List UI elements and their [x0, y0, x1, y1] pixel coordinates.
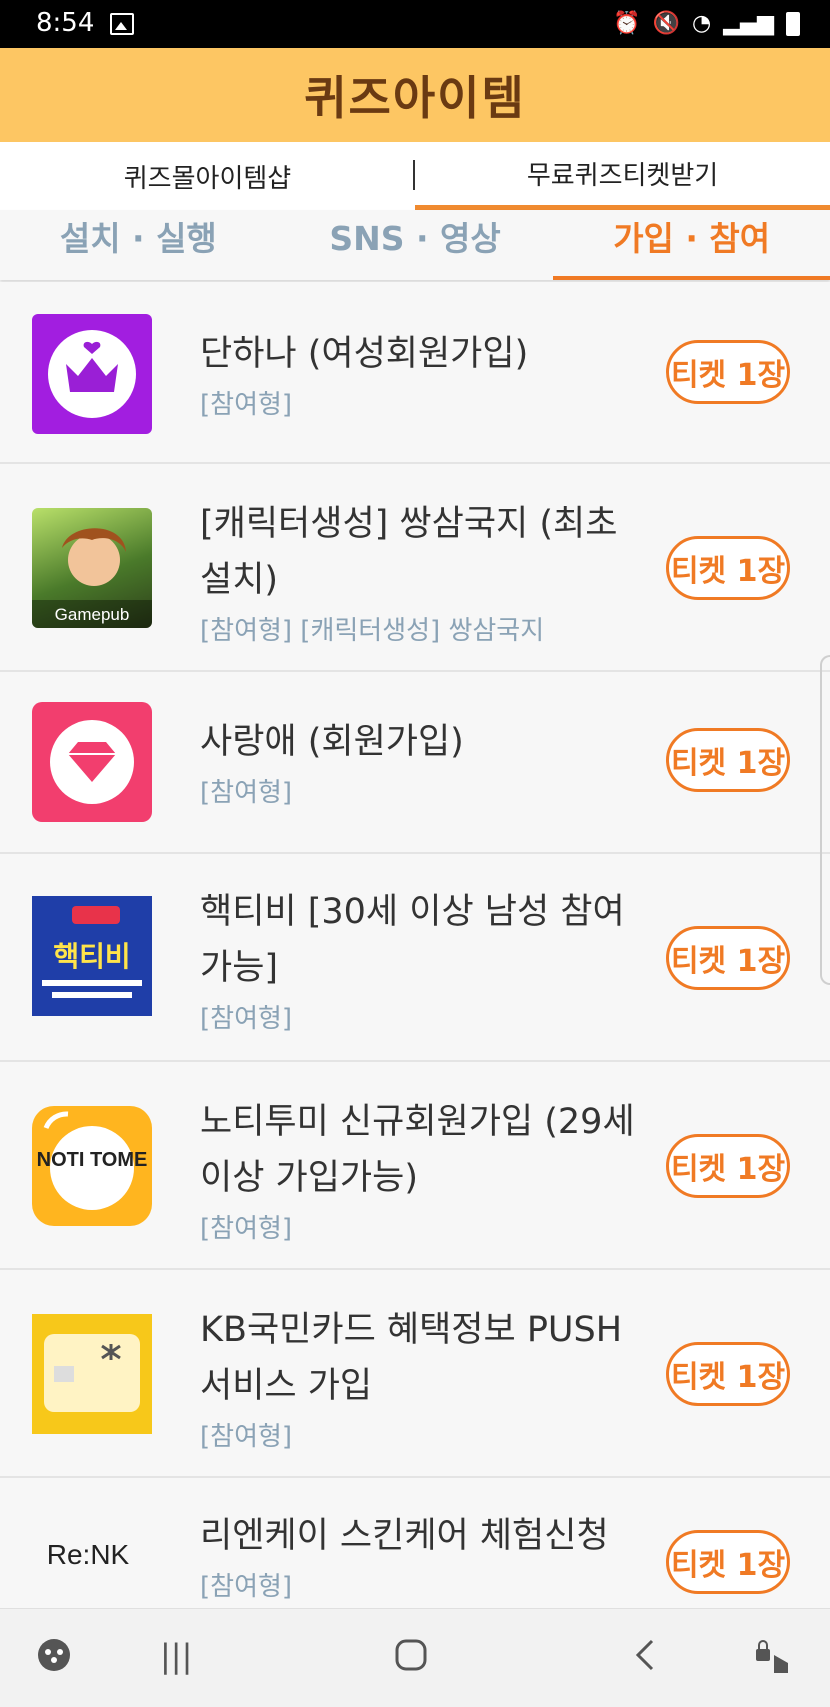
subtab-sns[interactable]: SNS · 영상: [277, 210, 554, 280]
ticket-button[interactable]: 티켓 1장: [666, 926, 790, 990]
renk-logo: Re:NK: [32, 1508, 152, 1608]
app-header: 퀴즈아이템: [0, 48, 830, 142]
item-tag: [참여형]: [200, 390, 293, 420]
item-tag: [참여형]: [200, 1422, 293, 1452]
hacktv-logo: 핵티비: [32, 896, 152, 1016]
item-tag: [참여형] [캐릭터생성] 쌍삼국지: [200, 616, 545, 646]
edge-panel-handle[interactable]: [820, 655, 830, 985]
home-icon[interactable]: [393, 1637, 429, 1682]
ticket-button[interactable]: 티켓 1장: [666, 1530, 790, 1594]
gamepub-logo: Gamepub: [32, 508, 152, 628]
subtab-label: 설치 · 실행: [59, 219, 217, 258]
subtab-join[interactable]: 가입 · 참여: [553, 210, 830, 280]
system-nav-bar: |||: [0, 1608, 830, 1707]
tab-label: 퀴즈몰아이템샵: [123, 163, 292, 194]
wifi-icon: ◔: [692, 11, 712, 36]
status-icons: ⏰ 🔇 ◔ ▂▄▆: [613, 10, 800, 38]
item-tag: [참여형]: [200, 778, 293, 808]
item-tag: [참여형]: [200, 1004, 293, 1034]
tab-divider: [413, 160, 415, 190]
alarm-icon: ⏰: [613, 11, 641, 36]
subtab-label: SNS · 영상: [329, 219, 501, 258]
gamepub-logo-text: Gamepub: [55, 605, 130, 624]
item-tag: [참여형]: [200, 1572, 293, 1602]
ticket-button[interactable]: 티켓 1장: [666, 536, 790, 600]
item-text: [캐릭터생성] 쌍삼국지 (최초 설치) [참여형] [캐릭터생성] 쌍삼국지: [200, 496, 650, 647]
item-title: 핵티비 [30세 이상 남성 참여 가능]: [200, 892, 625, 988]
subtab-label: 가입 · 참여: [613, 219, 771, 258]
game-launcher-icon[interactable]: [36, 1637, 72, 1682]
image-notification-icon: [110, 13, 134, 35]
battery-icon: [786, 12, 800, 36]
status-bar: 8:54 ⏰ 🔇 ◔ ▂▄▆: [0, 0, 830, 48]
tab-quiz-item-shop[interactable]: 퀴즈몰아이템샵: [0, 142, 415, 210]
offer-list: 단하나 (여성회원가입) [참여형] 티켓 1장 Gamepub [캐릭터생성]…: [0, 282, 830, 1608]
ticket-button[interactable]: 티켓 1장: [666, 340, 790, 404]
item-title: 단하나 (여성회원가입): [200, 334, 529, 374]
item-text: 단하나 (여성회원가입) [참여형]: [200, 326, 650, 421]
list-item[interactable]: Re:NK 리엔케이 스킨케어 체험신청 [참여형] 티켓 1장: [0, 1478, 830, 1608]
signal-icon: ▂▄▆: [723, 11, 774, 36]
touch-lock-icon[interactable]: [752, 1637, 792, 1686]
item-title: 리엔케이 스킨케어 체험신청: [200, 1516, 609, 1556]
list-item[interactable]: 단하나 (여성회원가입) [참여형] 티켓 1장: [0, 282, 830, 464]
ticket-button[interactable]: 티켓 1장: [666, 1342, 790, 1406]
item-text: 핵티비 [30세 이상 남성 참여 가능] [참여형]: [200, 884, 650, 1035]
ticket-button[interactable]: 티켓 1장: [666, 1134, 790, 1198]
status-time: 8:54: [36, 8, 95, 38]
recent-apps-icon[interactable]: |||: [160, 1637, 192, 1675]
list-item[interactable]: Gamepub [캐릭터생성] 쌍삼국지 (최초 설치) [참여형] [캐릭터생…: [0, 464, 830, 672]
item-title: 사랑애 (회원가입): [200, 722, 464, 762]
hacktv-logo-text: 핵티비: [53, 940, 130, 973]
mute-icon: 🔇: [652, 11, 681, 36]
notitome-logo-text: NOTI TOME: [37, 1149, 148, 1171]
renk-logo-text: Re:NK: [47, 1539, 130, 1570]
list-item[interactable]: 사랑애 (회원가입) [참여형] 티켓 1장: [0, 672, 830, 854]
tab-free-ticket[interactable]: 무료퀴즈티켓받기: [415, 142, 830, 210]
list-item[interactable]: 핵티비 핵티비 [30세 이상 남성 참여 가능] [참여형] 티켓 1장: [0, 854, 830, 1062]
item-tag: [참여형]: [200, 1214, 293, 1244]
item-text: 리엔케이 스킨케어 체험신청 [참여형]: [200, 1508, 650, 1603]
tab-label: 무료퀴즈티켓받기: [526, 161, 719, 191]
item-title: KB국민카드 혜택정보 PUSH 서비스 가입: [200, 1310, 623, 1406]
ticket-button[interactable]: 티켓 1장: [666, 728, 790, 792]
item-text: 노티투미 신규회원가입 (29세 이상 가입가능) [참여형]: [200, 1094, 650, 1245]
item-text: KB국민카드 혜택정보 PUSH 서비스 가입 [참여형]: [200, 1302, 650, 1453]
danhana-logo: [32, 314, 152, 434]
subtab-install[interactable]: 설치 · 실행: [0, 210, 277, 280]
notitome-logo: NOTI TOME: [32, 1106, 152, 1226]
sarangae-logo: [32, 702, 152, 822]
page-title: 퀴즈아이템: [304, 71, 526, 125]
list-item[interactable]: NOTI TOME 노티투미 신규회원가입 (29세 이상 가입가능) [참여형…: [0, 1062, 830, 1270]
back-icon[interactable]: [630, 1637, 660, 1682]
item-title: [캐릭터생성] 쌍삼국지 (최초 설치): [200, 504, 618, 600]
item-title: 노티투미 신규회원가입 (29세 이상 가입가능): [200, 1102, 635, 1198]
list-item[interactable]: KB국민카드 혜택정보 PUSH 서비스 가입 [참여형] 티켓 1장: [0, 1270, 830, 1478]
sub-tabs: 설치 · 실행 SNS · 영상 가입 · 참여: [0, 210, 830, 280]
kb-card-logo: [32, 1314, 152, 1434]
item-text: 사랑애 (회원가입) [참여형]: [200, 714, 650, 809]
top-tabs: 퀴즈몰아이템샵 무료퀴즈티켓받기: [0, 142, 830, 210]
